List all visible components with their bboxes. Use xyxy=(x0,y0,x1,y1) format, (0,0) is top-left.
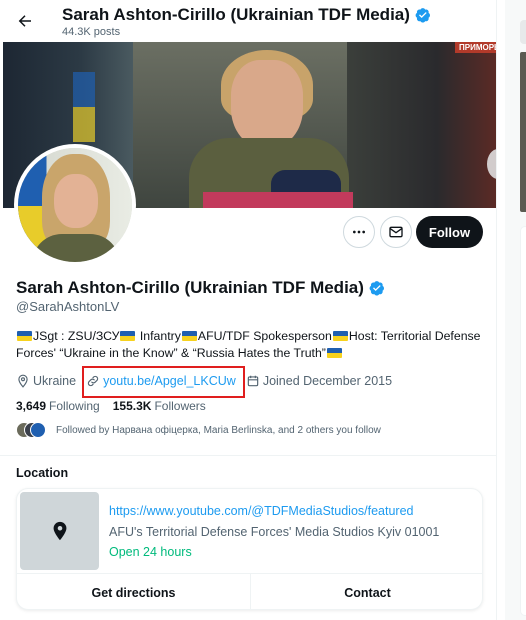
profile-name-row: Sarah Ashton-Cirillo (Ukrainian TDF Medi… xyxy=(16,278,385,298)
followers-label: Followers xyxy=(154,399,206,413)
ukraine-flag-icon xyxy=(120,331,136,341)
header-title: Sarah Ashton-Cirillo (Ukrainian TDF Medi… xyxy=(62,5,410,24)
profile-column: Sarah Ashton-Cirillo (Ukrainian TDF Medi… xyxy=(0,0,497,620)
location-card: https://www.youtube.com/@TDFMediaStudios… xyxy=(16,488,483,610)
location-hours: Open 24 hours xyxy=(109,545,192,559)
followed-by-text: Followed by Нарвана офіцерка, Maria Berl… xyxy=(56,424,381,436)
right-sidebar-edge xyxy=(505,0,526,620)
profile-name: Sarah Ashton-Cirillo (Ukrainian TDF Medi… xyxy=(16,278,364,297)
ukraine-flag-icon xyxy=(181,331,197,341)
map-pin-icon xyxy=(18,374,28,388)
arrow-left-icon xyxy=(18,15,31,27)
profile-handle: @SarahAshtonLV xyxy=(16,299,120,314)
location-heading: Location xyxy=(16,466,69,480)
post-count: 44.3K posts xyxy=(62,26,121,38)
follower-avatars xyxy=(16,422,46,438)
joined-item: Joined December 2015 xyxy=(246,374,392,388)
ukraine-flag-icon xyxy=(332,331,348,341)
followed-by-row[interactable]: Followed by Нарвана офіцерка, Maria Berl… xyxy=(16,422,381,438)
following-label: Following xyxy=(49,399,100,413)
ukraine-flag-icon xyxy=(326,348,342,358)
more-options-button[interactable] xyxy=(343,216,375,248)
profile-bio: JSgt : ZSU/ЗСУ Infantry AFU/TDF Spokesper… xyxy=(16,328,486,362)
top-bar: Sarah Ashton-Cirillo (Ukrainian TDF Medi… xyxy=(0,0,496,42)
following-count: 3,649 xyxy=(16,399,47,413)
location-item: Ukraine xyxy=(16,374,76,388)
location-card-actions: Get directions Contact xyxy=(17,573,482,609)
location-url[interactable]: https://www.youtube.com/@TDFMediaStudios… xyxy=(109,504,414,518)
location-text: Ukraine xyxy=(33,374,77,388)
follow-counts: 3,649 Following 155.3K Followers xyxy=(16,399,206,413)
get-directions-button[interactable]: Get directions xyxy=(17,574,250,609)
calendar-icon xyxy=(247,375,259,387)
followers-count: 155.3K xyxy=(112,399,152,413)
following-link[interactable]: 3,649 Following xyxy=(16,399,100,413)
banner-channel-tag: ПРИМОРЬЯ xyxy=(455,42,496,53)
website-highlight-box xyxy=(82,366,245,398)
header-title-row: Sarah Ashton-Cirillo (Ukrainian TDF Medi… xyxy=(62,5,431,25)
verified-badge-icon xyxy=(415,8,430,23)
map-thumbnail[interactable] xyxy=(20,492,99,570)
bio-text-1: JSgt : ZSU/ЗСУ xyxy=(33,329,120,343)
avatar-image xyxy=(18,148,132,262)
map-pin-filled-icon xyxy=(53,521,66,541)
section-divider xyxy=(0,455,496,456)
verified-badge-icon[interactable] xyxy=(369,280,385,296)
avatar[interactable] xyxy=(14,144,136,266)
ellipsis-icon xyxy=(353,230,365,234)
location-address: AFU's Territorial Defense Forces' Media … xyxy=(109,525,440,539)
contact-button[interactable]: Contact xyxy=(250,574,482,609)
bio-text-3: AFU/TDF Spokesperson xyxy=(197,329,332,343)
followers-link[interactable]: 155.3K Followers xyxy=(113,399,206,413)
bio-text-2: Infantry xyxy=(136,329,181,343)
envelope-icon xyxy=(389,226,403,238)
back-button[interactable] xyxy=(12,8,38,34)
message-button[interactable] xyxy=(380,216,412,248)
ukraine-flag-icon xyxy=(17,331,32,341)
joined-date: Joined December 2015 xyxy=(262,374,393,388)
follow-button[interactable]: Follow xyxy=(416,216,483,248)
